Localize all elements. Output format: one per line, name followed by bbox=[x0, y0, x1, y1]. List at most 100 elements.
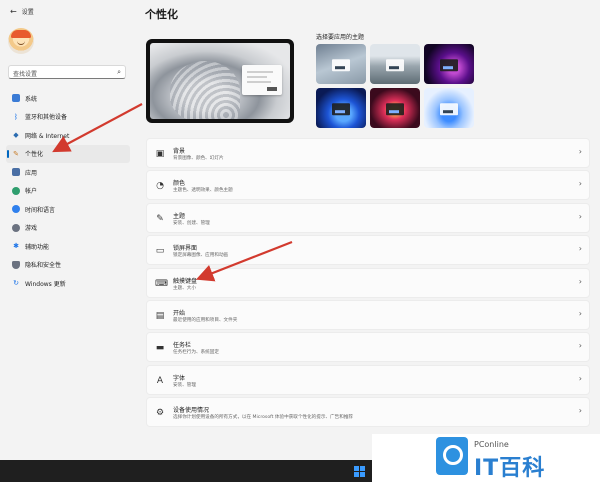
wifi-icon: ◆ bbox=[13, 131, 19, 139]
theme-preview bbox=[146, 39, 294, 123]
setting-title: 设备使用情况 bbox=[173, 407, 210, 415]
setting-desc: 背景图像、颜色、幻灯片 bbox=[173, 156, 224, 161]
sidebar-item-label: 个性化 bbox=[25, 151, 44, 158]
start-icon: ▤ bbox=[155, 310, 165, 321]
theme-thumbnail[interactable] bbox=[424, 88, 474, 128]
watermark-brand: PConline bbox=[474, 440, 509, 449]
setting-desc: 安装、创建、管理 bbox=[173, 220, 210, 226]
setting-lock-screen[interactable]: ▭ 锁屏界面 锁定屏幕图像、应用和动画 › bbox=[146, 235, 590, 266]
setting-taskbar[interactable]: ▬ 任务栏 任务栏行为、系统固定 › bbox=[146, 332, 590, 363]
setting-start[interactable]: ▤ 开始 最近使用的应用和项目、文件夹 › bbox=[146, 299, 590, 330]
gamepad-icon bbox=[12, 223, 20, 232]
sidebar-item-personalization[interactable]: ✎ 个性化 bbox=[6, 144, 130, 163]
chevron-right-icon: › bbox=[578, 147, 582, 156]
windows-start-icon[interactable] bbox=[354, 466, 365, 477]
theme-thumbnail[interactable] bbox=[370, 88, 420, 128]
setting-title: 字体 bbox=[173, 374, 186, 382]
setting-title: 开始 bbox=[173, 309, 186, 317]
sidebar-item-network[interactable]: ◆ 网络 & Internet bbox=[6, 126, 130, 144]
setting-colors[interactable]: ◔ 颜色 主题色、透明效果、颜色主题 › bbox=[146, 170, 590, 201]
sidebar-item-label: 辅助功能 bbox=[25, 243, 50, 251]
apps-icon bbox=[12, 168, 20, 176]
globe-clock-icon bbox=[12, 205, 20, 213]
sidebar-item-label: 系统 bbox=[25, 95, 38, 103]
avatar[interactable] bbox=[8, 28, 34, 54]
sidebar-nav: 系统 ᛒ 蓝牙和其他设备 ◆ 网络 & Internet ✎ 个性化 应用 帐户 bbox=[6, 89, 130, 293]
sidebar-item-privacy[interactable]: 隐私和安全性 bbox=[6, 256, 130, 274]
sidebar-item-windows-update[interactable]: ↻ Windows 更新 bbox=[6, 274, 130, 292]
theme-grid bbox=[316, 44, 586, 130]
sidebar-item-label: 网络 & Internet bbox=[25, 132, 70, 140]
sidebar-item-label: 帐户 bbox=[25, 188, 38, 195]
sidebar-item-label: Windows 更新 bbox=[25, 280, 66, 288]
theme-thumbnail[interactable] bbox=[316, 44, 366, 84]
sidebar-item-label: 隐私和安全性 bbox=[25, 262, 62, 269]
search-placeholder: 查找设置 bbox=[13, 71, 38, 78]
setting-device-usage[interactable]: ⚙ 设备使用情况 选择你计划使用设备的所有方式，以在 Microsoft 体验中… bbox=[146, 397, 590, 428]
watermark-name: IT百科 bbox=[474, 456, 546, 481]
setting-desc: 主题色、透明效果、颜色主题 bbox=[173, 188, 233, 194]
chevron-right-icon: › bbox=[578, 244, 582, 254]
themes-label: 选择要应用的主题 bbox=[316, 34, 365, 41]
theme-thumbnail[interactable] bbox=[370, 44, 420, 84]
setting-title: 任务栏 bbox=[173, 342, 192, 350]
pen-icon: ✎ bbox=[156, 213, 164, 224]
chevron-right-icon: › bbox=[578, 341, 582, 351]
sidebar-item-apps[interactable]: 应用 bbox=[6, 163, 130, 181]
update-icon: ↻ bbox=[13, 279, 19, 287]
setting-desc: 锁定屏幕图像、应用和动画 bbox=[173, 253, 229, 259]
back-arrow-icon[interactable]: ← bbox=[10, 7, 17, 16]
sidebar-item-label: 蓝牙和其他设备 bbox=[25, 114, 68, 121]
setting-themes[interactable]: ✎ 主题 安装、创建、管理 › bbox=[146, 202, 590, 233]
taskbar-icon: ▬ bbox=[155, 343, 165, 354]
account-icon bbox=[12, 186, 20, 195]
sidebar-item-bluetooth[interactable]: ᛒ 蓝牙和其他设备 bbox=[6, 108, 130, 126]
pconline-logo-icon bbox=[436, 437, 468, 475]
wallpaper-preview bbox=[150, 43, 290, 119]
theme-thumbnail[interactable] bbox=[316, 88, 366, 128]
keyboard-icon: ⌨ bbox=[155, 278, 168, 289]
device-usage-icon: ⚙ bbox=[155, 408, 165, 419]
sidebar-item-accounts[interactable]: 帐户 bbox=[6, 182, 130, 200]
chevron-right-icon: › bbox=[578, 373, 582, 383]
setting-title: 主题 bbox=[173, 212, 186, 220]
sidebar: ← 设置 查找设置 ⌕ 系统 ᛒ 蓝牙和其他设备 ◆ 网络 & Internet… bbox=[0, 0, 134, 460]
theme-thumbnail[interactable] bbox=[424, 44, 474, 84]
sidebar-item-system[interactable]: 系统 bbox=[6, 89, 130, 107]
sidebar-item-gaming[interactable]: 游戏 bbox=[6, 219, 130, 237]
setting-touch-keyboard[interactable]: ⌨ 触摸键盘 主题、大小 › bbox=[146, 267, 590, 298]
sidebar-item-accessibility[interactable]: ✱ 辅助功能 bbox=[6, 237, 130, 255]
accessibility-icon: ✱ bbox=[13, 242, 19, 250]
setting-desc: 安装、管理 bbox=[173, 382, 196, 388]
font-icon: A bbox=[156, 375, 164, 386]
settings-list: ▣ 背景 背景图像、颜色、幻灯片 › ◔ 颜色 主题色、透明效果、颜色主题 › … bbox=[146, 138, 590, 430]
setting-background[interactable]: ▣ 背景 背景图像、颜色、幻灯片 › bbox=[146, 138, 590, 168]
setting-title: 触摸键盘 bbox=[173, 277, 198, 285]
setting-title: 颜色 bbox=[173, 180, 186, 188]
page-title: 个性化 bbox=[145, 8, 178, 21]
search-icon[interactable]: ⌕ bbox=[117, 68, 121, 77]
sidebar-item-time-language[interactable]: 时间和语言 bbox=[6, 200, 130, 218]
chevron-right-icon: › bbox=[578, 406, 582, 416]
chevron-right-icon: › bbox=[578, 308, 582, 318]
setting-desc: 最近使用的应用和项目、文件夹 bbox=[173, 317, 238, 323]
sidebar-item-label: 应用 bbox=[25, 169, 38, 177]
title-bar: ← 设置 bbox=[10, 7, 34, 16]
sidebar-item-label: 游戏 bbox=[25, 225, 38, 232]
lock-screen-icon: ▭ bbox=[155, 246, 165, 257]
chevron-right-icon: › bbox=[578, 211, 582, 221]
monitor-icon bbox=[12, 94, 20, 102]
image-icon: ▣ bbox=[155, 149, 165, 159]
brush-icon: ✎ bbox=[13, 149, 19, 158]
palette-icon: ◔ bbox=[156, 181, 164, 192]
shield-icon bbox=[12, 260, 20, 269]
settings-window: ← 设置 查找设置 ⌕ 系统 ᛒ 蓝牙和其他设备 ◆ 网络 & Internet… bbox=[0, 0, 600, 460]
setting-fonts[interactable]: A 字体 安装、管理 › bbox=[146, 364, 590, 395]
chevron-right-icon: › bbox=[578, 276, 582, 286]
setting-desc: 选择你计划使用设备的所有方式，以在 Microsoft 体验中获取个性化的提示、… bbox=[173, 415, 354, 421]
setting-desc: 任务栏行为、系统固定 bbox=[173, 350, 219, 356]
setting-desc: 主题、大小 bbox=[173, 285, 196, 291]
search-input[interactable]: 查找设置 ⌕ bbox=[8, 65, 126, 79]
chevron-right-icon: › bbox=[578, 179, 582, 189]
app-title: 设置 bbox=[21, 9, 34, 16]
